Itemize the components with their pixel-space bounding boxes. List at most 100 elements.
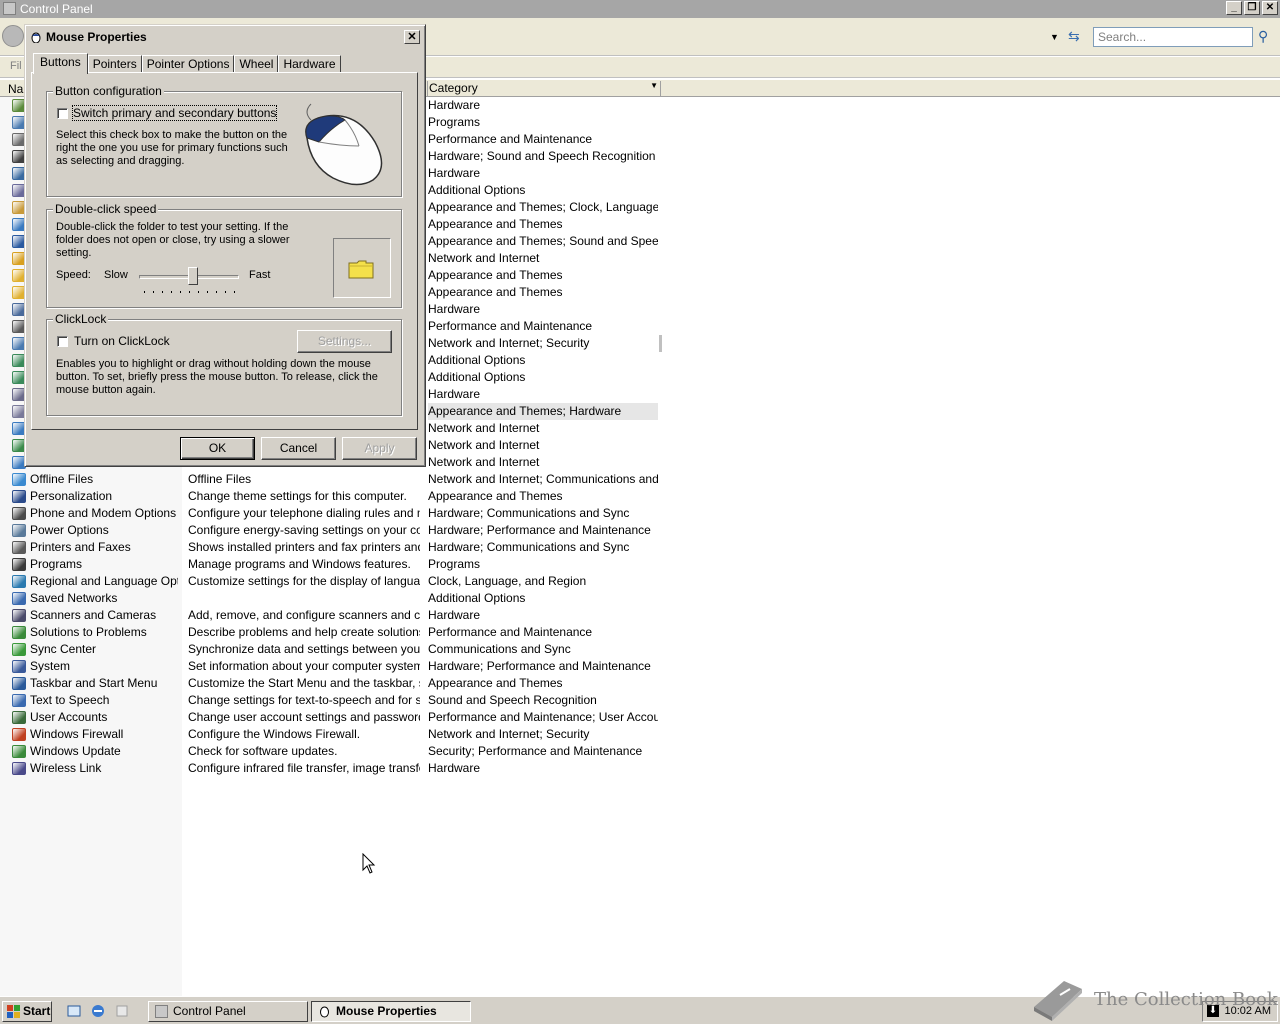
list-item-name: Wireless Link (30, 761, 102, 775)
minimize-button[interactable]: _ (1226, 1, 1242, 15)
folder-icon[interactable] (348, 259, 374, 279)
dialog-close-button[interactable]: ✕ (404, 30, 420, 44)
search-icon[interactable]: ⚲ (1258, 28, 1268, 45)
explorer-icon[interactable] (114, 1003, 130, 1019)
slider-tick (180, 291, 181, 293)
list-item-category: Hardware; Performance and Maintenance (428, 659, 651, 673)
button-config-description: Select this check box to make the button… (56, 129, 288, 167)
firewall-icon (12, 728, 26, 741)
tab-strip: Buttons Pointers Pointer Options Wheel H… (33, 53, 341, 74)
list-item[interactable]: Printers and Faxes Shows installed printe… (0, 539, 1280, 556)
clicklock-settings-button[interactable]: Settings... (297, 330, 392, 353)
fast-label: Fast (249, 269, 271, 281)
list-item-name: System (30, 659, 71, 673)
mouse-task-icon (320, 1006, 329, 1018)
switch-buttons-checkbox[interactable] (57, 108, 68, 119)
list-item[interactable]: Phone and Modem Options Configure your te… (0, 505, 1280, 522)
list-item-description: Customize settings for the display of la… (188, 574, 420, 588)
list-item[interactable]: Scanners and Cameras Add, remove, and con… (0, 607, 1280, 624)
watermark-text: The Collection Book (1094, 989, 1278, 1010)
list-item-category: Programs (428, 115, 481, 129)
refresh-icon[interactable]: ⇆ (1068, 28, 1080, 45)
list-item-category: Network and Internet (428, 251, 540, 265)
cancel-button[interactable]: Cancel (261, 437, 336, 460)
slider-tick (216, 291, 217, 293)
list-item[interactable]: User Accounts Change user account setting… (0, 709, 1280, 726)
list-item-name: Taskbar and Start Menu (30, 676, 158, 690)
list-item-description: Shows installed printers and fax printer… (188, 540, 420, 554)
double-click-speed-legend: Double-click speed (53, 202, 159, 216)
speed-slider-thumb[interactable] (188, 267, 198, 285)
test-folder-area[interactable] (333, 238, 391, 298)
clicklock-description: Enables you to highlight or drag without… (56, 358, 378, 396)
slider-tick (189, 291, 190, 293)
slider-tick (225, 291, 226, 293)
internet-explorer-icon[interactable] (90, 1003, 106, 1019)
start-button[interactable]: Start (2, 1001, 52, 1022)
list-item[interactable]: Programs Manage programs and Windows feat… (0, 556, 1280, 573)
list-item-category: Additional Options (428, 183, 526, 197)
tab-hardware[interactable]: Hardware (278, 55, 341, 73)
list-item[interactable]: Windows Update Check for software updates… (0, 743, 1280, 760)
column-header-category-label: Category (429, 81, 478, 95)
list-item-name: Windows Update (30, 744, 121, 758)
list-item[interactable]: Saved Networks Additional Options (0, 590, 1280, 607)
list-item[interactable]: Regional and Language Opti... Customize s… (0, 573, 1280, 590)
list-item[interactable]: System Set information about your compute… (0, 658, 1280, 675)
menu-file[interactable]: Fil (10, 60, 22, 72)
title-bar[interactable]: Control Panel _ ❐ ✕ (0, 0, 1280, 18)
switch-buttons-label[interactable]: Switch primary and secondary buttons (71, 105, 278, 121)
restore-button[interactable]: ❐ (1244, 1, 1260, 15)
tab-pointers[interactable]: Pointers (87, 55, 142, 73)
list-item-category: Appearance and Themes (428, 268, 563, 282)
clicklock-label[interactable]: Turn on ClickLock (74, 334, 170, 348)
list-item[interactable]: Text to Speech Change settings for text-t… (0, 692, 1280, 709)
update-icon (12, 745, 26, 758)
list-item-category: Sound and Speech Recognition (428, 693, 597, 707)
column-header-category[interactable]: Category ▼ (427, 81, 661, 96)
list-item-description: Add, remove, and configure scanners and … (188, 608, 420, 622)
chevron-down-icon[interactable]: ▼ (650, 81, 658, 90)
show-desktop-icon[interactable] (66, 1003, 82, 1019)
task-control-panel[interactable]: Control Panel (148, 1001, 308, 1022)
list-item-category: Clock, Language, and Region (428, 574, 587, 588)
list-item[interactable]: Power Options Configure energy-saving set… (0, 522, 1280, 539)
ok-button[interactable]: OK (180, 437, 255, 460)
column-header-name[interactable]: Na (8, 82, 23, 96)
list-item[interactable]: Sync Center Synchronize data and settings… (0, 641, 1280, 658)
power-icon (12, 524, 26, 537)
tab-wheel[interactable]: Wheel (234, 55, 279, 73)
list-item-description: Configure energy-saving settings on your… (188, 523, 420, 537)
address-dropdown-icon[interactable]: ▼ (1050, 32, 1059, 42)
close-button[interactable]: ✕ (1262, 1, 1278, 15)
clicklock-checkbox[interactable] (57, 336, 68, 347)
list-item-category: Appearance and Themes; Sound and Speech.… (428, 234, 658, 248)
tab-pointer-options[interactable]: Pointer Options (141, 55, 235, 73)
list-item[interactable]: Personalization Change theme settings for… (0, 488, 1280, 505)
dialog-title-bar[interactable]: Mouse Properties ✕ (28, 28, 422, 46)
list-item[interactable]: Windows Firewall Configure the Windows Fi… (0, 726, 1280, 743)
list-item[interactable]: Taskbar and Start Menu Customize the Star… (0, 675, 1280, 692)
tab-buttons[interactable]: Buttons (33, 53, 88, 74)
button-configuration-legend: Button configuration (53, 84, 164, 98)
slider-tick (162, 291, 163, 293)
window-title: Control Panel (20, 2, 93, 16)
sync-icon (12, 643, 26, 656)
back-button[interactable] (2, 25, 24, 47)
column-resize-handle[interactable] (659, 335, 662, 352)
list-item-name: Windows Firewall (30, 727, 124, 741)
list-item[interactable]: Offline Files Offline Files Network and In… (0, 471, 1280, 488)
book-icon (1034, 981, 1082, 1021)
list-item[interactable]: Solutions to Problems Describe problems a… (0, 624, 1280, 641)
list-item[interactable]: Wireless Link Configure infrared file tra… (0, 760, 1280, 777)
double-click-description: Double-click the folder to test your set… (56, 221, 290, 259)
buttons-tab-panel: Button configuration Switch primary and … (31, 72, 418, 430)
system-icon (12, 660, 26, 673)
list-item-name: Personalization (30, 489, 113, 503)
list-item-category: Network and Internet (428, 421, 540, 435)
search-input[interactable]: Search... (1093, 27, 1253, 47)
apply-button[interactable]: Apply (342, 437, 417, 460)
task-mouse-properties[interactable]: Mouse Properties (311, 1001, 471, 1022)
list-item-category: Appearance and Themes (428, 489, 563, 503)
list-item-description: Offline Files (188, 472, 252, 486)
